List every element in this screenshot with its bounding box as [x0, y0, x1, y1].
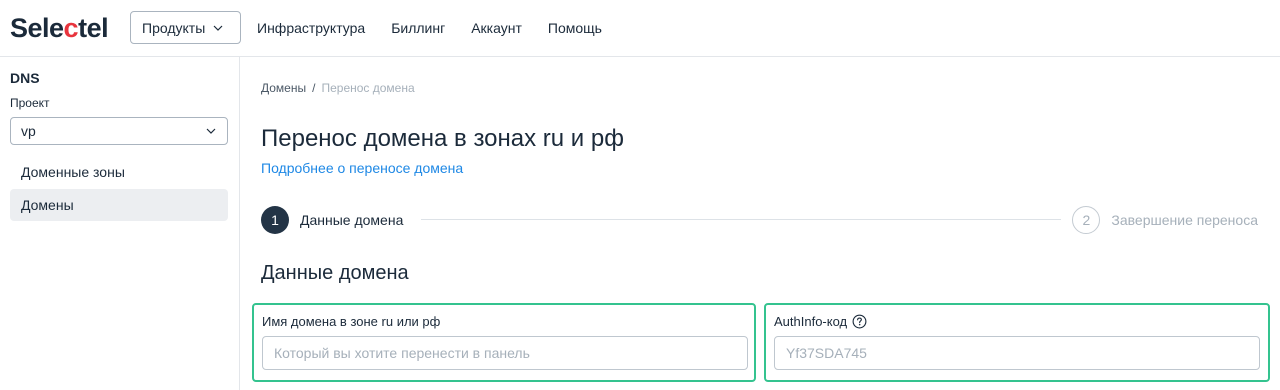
- sidebar-title: DNS: [10, 70, 40, 86]
- authinfo-code-label: AuthInfo-код: [774, 314, 867, 329]
- products-dropdown-button[interactable]: Продукты: [130, 11, 241, 44]
- chevron-down-icon: [206, 128, 216, 134]
- breadcrumb-current: Перенос домена: [321, 81, 415, 95]
- domain-name-label: Имя домена в зоне ru или рф: [262, 314, 440, 329]
- project-value: vp: [21, 123, 36, 139]
- nav-infrastructure[interactable]: Инфраструктура: [257, 20, 365, 36]
- breadcrumb: Домены / Перенос домена: [261, 81, 415, 95]
- domain-name-input[interactable]: [262, 336, 748, 370]
- transfer-info-link[interactable]: Подробнее о переносе домена: [261, 160, 463, 176]
- breadcrumb-separator: /: [312, 81, 316, 95]
- question-circle-icon[interactable]: [852, 314, 867, 329]
- domain-name-field: Имя домена в зоне ru или рф: [252, 303, 756, 382]
- project-label: Проект: [10, 96, 50, 110]
- step-label: Завершение переноса: [1111, 212, 1258, 228]
- main-nav: Инфраструктура Биллинг Аккаунт Помощь: [257, 11, 602, 44]
- sidebar: DNS Проект vp Доменные зоны Домены: [0, 57, 240, 390]
- logo-accent: c: [63, 12, 79, 43]
- domain-name-label-text: Имя домена в зоне ru или рф: [262, 314, 441, 329]
- nav-account[interactable]: Аккаунт: [471, 20, 522, 36]
- top-header: Sele c tel Продукты Инфраструктура Биллинг…: [0, 0, 1280, 57]
- authinfo-code-input[interactable]: [774, 336, 1260, 370]
- logo-part2: tel: [78, 12, 109, 43]
- project-select[interactable]: vp: [10, 117, 228, 145]
- products-label: Продукты: [142, 19, 206, 36]
- step-number: 1: [261, 206, 289, 234]
- step-number: 2: [1072, 206, 1101, 234]
- sidebar-item-label: Домены: [21, 197, 74, 213]
- step-domain-data: 1 Данные домена: [261, 205, 403, 235]
- stepper: 1 Данные домена 2 Завершение переноса: [261, 205, 1258, 235]
- logo-part1: Sele: [10, 12, 64, 43]
- step-transfer-completion: 2 Завершение переноса: [1072, 205, 1258, 235]
- authinfo-code-label-text: AuthInfo-код: [774, 314, 848, 329]
- nav-help[interactable]: Помощь: [548, 20, 602, 36]
- section-title: Данные домена: [261, 262, 409, 284]
- breadcrumb-domains-link[interactable]: Домены: [261, 81, 306, 95]
- sidebar-item-label: Доменные зоны: [21, 164, 125, 180]
- step-label: Данные домена: [300, 212, 404, 228]
- page-title: Перенос домена в зонах ru и рф: [261, 125, 624, 152]
- selectel-logo[interactable]: Sele c tel: [10, 12, 109, 43]
- stepper-divider: [421, 219, 1061, 220]
- chevron-down-icon: [213, 25, 223, 31]
- authinfo-code-field: AuthInfo-код: [764, 303, 1270, 382]
- sidebar-item-domains[interactable]: Домены: [10, 189, 228, 221]
- nav-billing[interactable]: Биллинг: [391, 20, 445, 36]
- sidebar-item-domain-zones[interactable]: Доменные зоны: [10, 156, 228, 188]
